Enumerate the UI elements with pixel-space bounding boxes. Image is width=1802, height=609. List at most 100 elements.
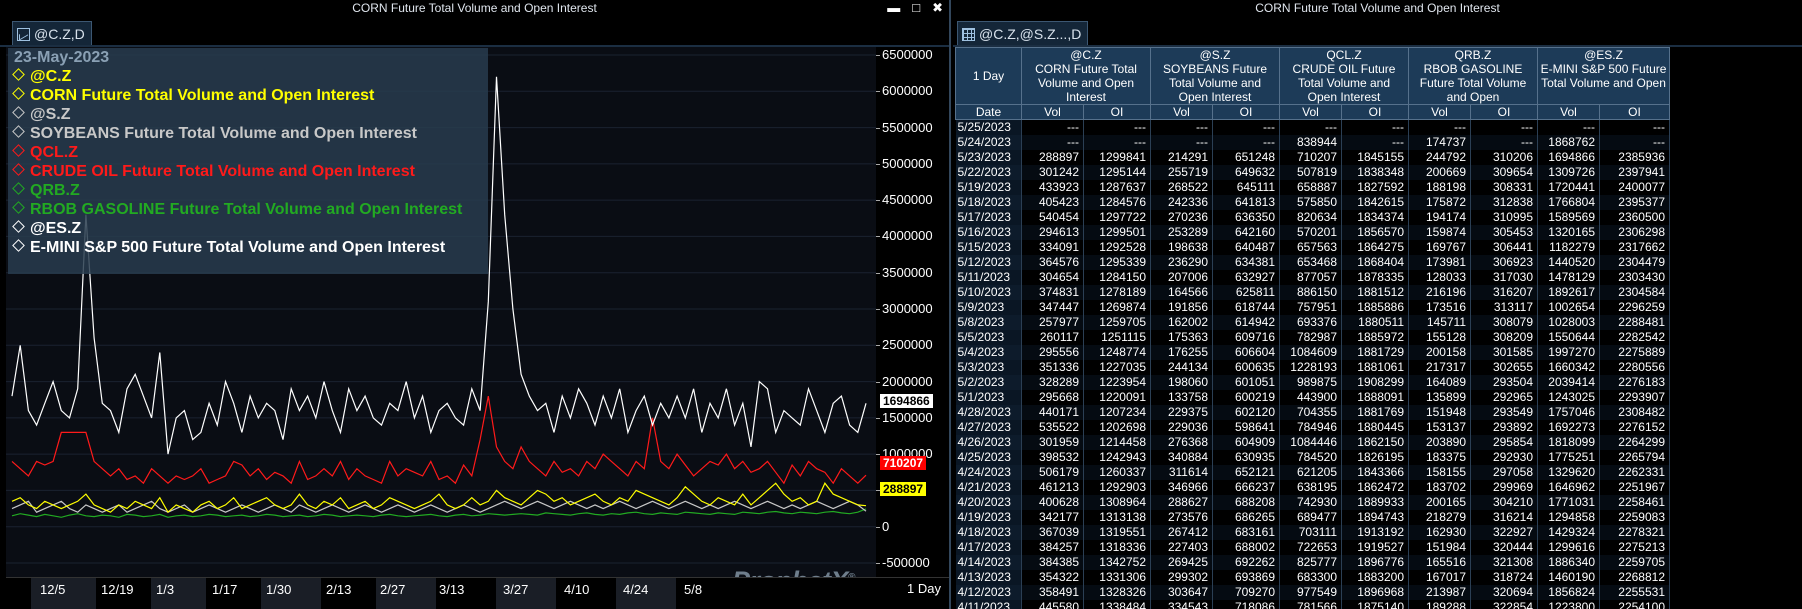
series-line-qrbz[interactable] (11, 508, 867, 518)
column-header[interactable]: Date (955, 104, 1022, 120)
group-header[interactable]: @ES.Z E-MINI S&P 500 Future Total Volume … (1537, 47, 1670, 105)
legend-series-name[interactable]: CORN Future Total Volume and Open Intere… (8, 86, 488, 105)
value-cell: 162002 (1150, 315, 1213, 330)
table-row[interactable]: 5/18/2023 405423 1284576 242336 641813 575850… (955, 195, 1670, 210)
value-cell: 188198 (1408, 180, 1471, 195)
table-row[interactable]: 5/2/2023 328289 1223954 198060 601051 989875 1… (955, 375, 1670, 390)
value-cell: 443900 (1279, 390, 1342, 405)
date-cell: 5/10/2023 (955, 285, 1022, 300)
value-cell: 1881729 (1341, 345, 1409, 360)
value-cell: 1862472 (1341, 480, 1409, 495)
value-cell: 312838 (1470, 195, 1538, 210)
table-row[interactable]: 4/19/2023 342177 1313138 273576 686265 689477… (955, 510, 1670, 525)
table-row[interactable]: 5/1/2023 295668 1220091 133758 600219 443900 1… (955, 390, 1670, 405)
column-header[interactable]: OI (1341, 104, 1409, 120)
date-cell: 5/25/2023 (955, 119, 1022, 135)
table-row[interactable]: 4/17/2023 384257 1318336 227403 688002 722653… (955, 540, 1670, 555)
y-tick-label: 3500000 (876, 264, 933, 280)
minimize-button[interactable]: ▬ (887, 0, 900, 16)
close-button[interactable]: ✖ (932, 0, 943, 16)
table-row[interactable]: 5/24/2023 --- --- --- --- 838944 --- 174737 --- 1… (955, 135, 1670, 150)
table-row[interactable]: 5/25/2023 --- --- --- --- --- --- --- --- --- --- (955, 119, 1670, 135)
table-row[interactable]: 4/14/2023 384385 1342752 269425 692262 825777… (955, 555, 1670, 570)
table-row[interactable]: 5/15/2023 334091 1292528 198638 640487 657563… (955, 240, 1670, 255)
value-cell: 1896968 (1341, 585, 1409, 600)
table-row[interactable]: 4/11/2023 445580 1338484 334543 718086 781566… (955, 600, 1670, 609)
value-cell: 1295339 (1083, 255, 1151, 270)
legend-symbol[interactable]: @S.Z (8, 105, 488, 124)
table-row[interactable]: 4/21/2023 461213 1292903 346966 666237 638195… (955, 480, 1670, 495)
value-cell: 164566 (1150, 285, 1213, 300)
column-header[interactable]: OI (1083, 104, 1151, 120)
table-row[interactable]: 5/19/2023 433923 1287637 268522 645111 658887… (955, 180, 1670, 195)
column-header[interactable]: Vol (1279, 104, 1342, 120)
series-line-qclz[interactable] (11, 395, 867, 485)
legend-symbol[interactable]: QCL.Z (8, 143, 488, 162)
column-header[interactable]: Vol (1021, 104, 1084, 120)
value-cell: 1885972 (1341, 330, 1409, 345)
table-row[interactable]: 5/8/2023 257977 1259705 162002 614942 693376 1… (955, 315, 1670, 330)
table-row[interactable]: 5/9/2023 347447 1269874 191856 618744 757951 1… (955, 300, 1670, 315)
table-row[interactable]: 5/3/2023 351336 1227035 244134 600635 1228193… (955, 360, 1670, 375)
legend-series-name[interactable]: RBOB GASOLINE Future Total Volume and Op… (8, 200, 488, 219)
y-tick-label: 5500000 (876, 119, 933, 135)
table-row[interactable]: 5/17/2023 540454 1297722 270236 636350 820634… (955, 210, 1670, 225)
legend-series-name[interactable]: SOYBEANS Future Total Volume and Open In… (8, 124, 488, 143)
value-cell: 2255531 (1599, 585, 1670, 600)
column-header[interactable]: OI (1599, 104, 1670, 120)
table-row[interactable]: 5/16/2023 294613 1299501 253289 642160 570201… (955, 225, 1670, 240)
column-header[interactable]: OI (1470, 104, 1538, 120)
table-row[interactable]: 4/20/2023 400628 1308964 288627 688208 742930… (955, 495, 1670, 510)
table-row[interactable]: 4/12/2023 358491 1328326 303647 709270 977549… (955, 585, 1670, 600)
table-row[interactable]: 5/11/2023 304654 1284150 207006 632927 877057… (955, 270, 1670, 285)
group-header[interactable]: @S.Z SOYBEANS Future Total Volume and Ope… (1150, 47, 1280, 105)
value-cell: 334091 (1021, 240, 1084, 255)
value-cell: 174737 (1408, 135, 1471, 150)
value-cell: 2259705 (1599, 555, 1670, 570)
column-header[interactable]: OI (1212, 104, 1280, 120)
legend-symbol[interactable]: @ES.Z (8, 219, 488, 238)
table-row[interactable]: 5/12/2023 364576 1295339 236290 634381 653468… (955, 255, 1670, 270)
date-cell: 4/24/2023 (955, 465, 1022, 480)
x-axis[interactable]: 12/5 12/19 1/3 1/17 1/30 2/13 2/27 3/13 3/27 4/10… (6, 577, 949, 609)
table-row[interactable]: 4/18/2023 367039 1319551 267412 683161 703111… (955, 525, 1670, 540)
column-header[interactable]: Vol (1150, 104, 1213, 120)
tab-table[interactable]: @C.Z,@S.Z...,D (957, 21, 1089, 46)
table-row[interactable]: 4/28/2023 440171 1207234 229375 602120 704355… (955, 405, 1670, 420)
table-row[interactable]: 4/27/2023 535522 1202698 229036 598641 784946… (955, 420, 1670, 435)
data-table-container[interactable]: 1 Day @C.Z CORN Future Total Volume and Op… (955, 47, 1802, 609)
group-name: RBOB GASOLINE Future Total Volume and Op… (1419, 62, 1527, 104)
group-header[interactable]: QCL.Z CRUDE OIL Future Total Volume and O… (1279, 47, 1409, 105)
y-tick-label: 4500000 (876, 192, 933, 208)
value-cell: 1223800 (1537, 600, 1600, 609)
value-cell: 216196 (1408, 285, 1471, 300)
value-cell: 158155 (1408, 465, 1471, 480)
table-row[interactable]: 5/22/2023 301242 1295144 255719 649632 507819… (955, 165, 1670, 180)
legend-symbol[interactable]: @C.Z (8, 67, 488, 86)
period-label[interactable]: 1 Day (907, 581, 941, 596)
value-cell: 1318336 (1083, 540, 1151, 555)
y-axis[interactable]: 6500000 6000000 5500000 5000000 4500000 40000… (875, 47, 949, 577)
group-header[interactable]: @C.Z CORN Future Total Volume and Open In… (1021, 47, 1151, 105)
group-header[interactable]: QRB.Z RBOB GASOLINE Future Total Volume a… (1408, 47, 1538, 105)
corner-period-label[interactable]: 1 Day (955, 47, 1022, 105)
legend-series-name[interactable]: CRUDE OIL Future Total Volume and Open I… (8, 162, 488, 181)
series-line-cz[interactable] (11, 482, 867, 514)
value-cell: 614942 (1212, 315, 1280, 330)
legend-series-name[interactable]: E-MINI S&P 500 Future Total Volume and O… (8, 238, 488, 257)
table-row[interactable]: 5/23/2023 288897 1299841 214291 651248 710207… (955, 150, 1670, 165)
table-row[interactable]: 5/5/2023 260117 1251115 175363 609716 782987 1… (955, 330, 1670, 345)
column-header[interactable]: Vol (1537, 104, 1600, 120)
legend-symbol[interactable]: QRB.Z (8, 181, 488, 200)
table-row[interactable]: 4/13/2023 354322 1331306 299302 693869 683300… (955, 570, 1670, 585)
table-row[interactable]: 5/4/2023 295556 1248774 176255 606604 1084609… (955, 345, 1670, 360)
group-name: SOYBEANS Future Total Volume and Open In… (1162, 62, 1268, 104)
column-header[interactable]: Vol (1408, 104, 1471, 120)
table-row[interactable]: 4/26/2023 301959 1214458 276368 604909 108444… (955, 435, 1670, 450)
maximize-button[interactable]: □ (912, 0, 920, 16)
tab-chart[interactable]: @C.Z,D (12, 21, 92, 46)
value-cell: 269425 (1150, 555, 1213, 570)
table-row[interactable]: 4/24/2023 506179 1260337 311614 652121 621205… (955, 465, 1670, 480)
table-row[interactable]: 4/25/2023 398532 1242943 340884 630935 784520… (955, 450, 1670, 465)
table-row[interactable]: 5/10/2023 374831 1278189 164566 625811 886150… (955, 285, 1670, 300)
